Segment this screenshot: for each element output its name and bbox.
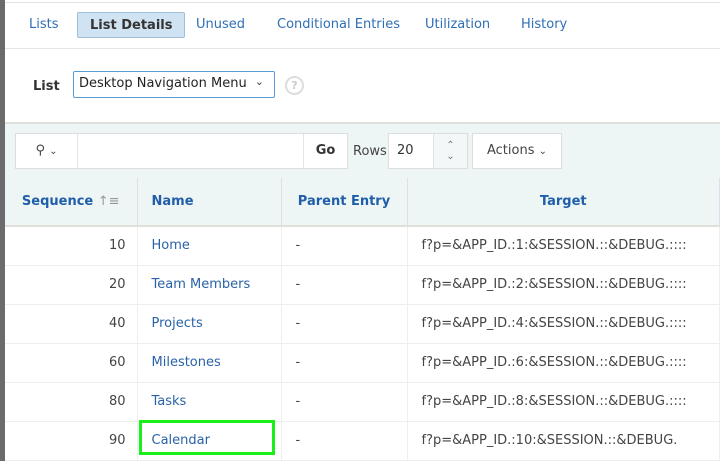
- highlight-box: [139, 420, 275, 455]
- tab-lists[interactable]: Lists: [29, 12, 59, 38]
- target-cell: f?p=&APP_ID.:10:&SESSION.::&DEBUG.: [407, 421, 720, 461]
- list-select[interactable]: Desktop Navigation Menu ⌄: [73, 71, 275, 98]
- target-cell: f?p=&APP_ID.:1:&SESSION.::&DEBUG.::::: [407, 226, 720, 266]
- tab-utilization[interactable]: Utilization: [425, 12, 490, 38]
- name-link[interactable]: Milestones: [137, 343, 282, 383]
- list-select-value: Desktop Navigation Menu: [79, 76, 247, 91]
- target-cell: f?p=&APP_ID.:2:&SESSION.::&DEBUG.::::: [407, 265, 720, 305]
- name-link[interactable]: Projects: [137, 304, 282, 344]
- spinner-icon[interactable]: ⌃ ⌄: [433, 134, 467, 168]
- table-row: 10 Home - f?p=&APP_ID.:1:&SESSION.::&DEBUG.…: [5, 226, 720, 266]
- report-toolbar: ⚲ ⌄ Go Rows 20 ⌃ ⌄ Actions ⌄: [5, 122, 720, 178]
- tab-history[interactable]: History: [521, 12, 567, 38]
- rows-label: Rows: [353, 144, 387, 159]
- search-icon: ⚲: [35, 143, 45, 158]
- parent-entry-cell: -: [281, 382, 408, 422]
- table-row: 80 Tasks - f?p=&APP_ID.:8:&SESSION.::&DEBUG…: [5, 382, 720, 422]
- name-link[interactable]: Tasks: [137, 382, 282, 422]
- column-header-target[interactable]: Target: [407, 178, 720, 227]
- parent-entry-cell: -: [281, 343, 408, 383]
- table-row: 90 Calendar - f?p=&APP_ID.:10:&SESSION.::&D…: [5, 421, 720, 461]
- rows-value: 20: [397, 143, 414, 158]
- name-link[interactable]: Home: [137, 226, 282, 266]
- name-link[interactable]: Team Members: [137, 265, 282, 305]
- column-header-sequence[interactable]: Sequence ↑≡: [5, 178, 138, 227]
- tab-bar: Lists List Details Unused Conditional En…: [5, 3, 720, 49]
- sequence-cell: 40: [5, 304, 138, 344]
- chevron-down-icon: ⌄: [49, 146, 58, 157]
- actions-label: Actions: [486, 143, 535, 158]
- column-header-parent-entry[interactable]: Parent Entry: [281, 178, 408, 227]
- help-icon[interactable]: ?: [285, 76, 304, 95]
- chevron-down-icon: ⌄: [254, 75, 264, 88]
- chevron-down-icon: ⌄: [538, 146, 548, 157]
- parent-entry-cell: -: [281, 265, 408, 305]
- rows-stepper[interactable]: 20 ⌃ ⌄: [388, 133, 468, 169]
- list-label: List: [33, 79, 60, 94]
- search-input[interactable]: [79, 134, 301, 168]
- sequence-cell: 80: [5, 382, 138, 422]
- list-selector-row: List Desktop Navigation Menu ⌄ ?: [5, 49, 720, 122]
- sort-ascending-icon: ↑≡: [97, 194, 120, 209]
- sequence-cell: 10: [5, 226, 138, 266]
- parent-entry-cell: -: [281, 421, 408, 461]
- sequence-cell: 90: [5, 421, 138, 461]
- target-cell: f?p=&APP_ID.:4:&SESSION.::&DEBUG.::::: [407, 304, 720, 344]
- sequence-cell: 60: [5, 343, 138, 383]
- search-bar: ⚲ ⌄ Go: [15, 133, 348, 169]
- actions-button[interactable]: Actions ⌄: [472, 133, 562, 169]
- tab-list-details[interactable]: List Details: [77, 12, 186, 38]
- target-cell: f?p=&APP_ID.:6:&SESSION.::&DEBUG.::::: [407, 343, 720, 383]
- header-label: Sequence: [21, 194, 94, 209]
- parent-entry-cell: -: [281, 226, 408, 266]
- parent-entry-cell: -: [281, 304, 408, 344]
- go-button[interactable]: Go: [303, 134, 347, 168]
- table-row: 40 Projects - f?p=&APP_ID.:4:&SESSION.::&DE…: [5, 304, 720, 344]
- target-cell: f?p=&APP_ID.:8:&SESSION.::&DEBUG.::::: [407, 382, 720, 422]
- sequence-cell: 20: [5, 265, 138, 305]
- list-entries-table: Sequence ↑≡ Name Parent Entry Target 10 H…: [5, 178, 720, 461]
- column-header-name[interactable]: Name: [137, 178, 282, 227]
- table-row: 20 Team Members - f?p=&APP_ID.:2:&SESSION.:…: [5, 265, 720, 305]
- tab-unused[interactable]: Unused: [196, 12, 245, 38]
- search-column-menu[interactable]: ⚲ ⌄: [16, 134, 78, 168]
- table-row: 60 Milestones - f?p=&APP_ID.:6:&SESSION.::&…: [5, 343, 720, 383]
- tab-conditional-entries[interactable]: Conditional Entries: [277, 12, 400, 38]
